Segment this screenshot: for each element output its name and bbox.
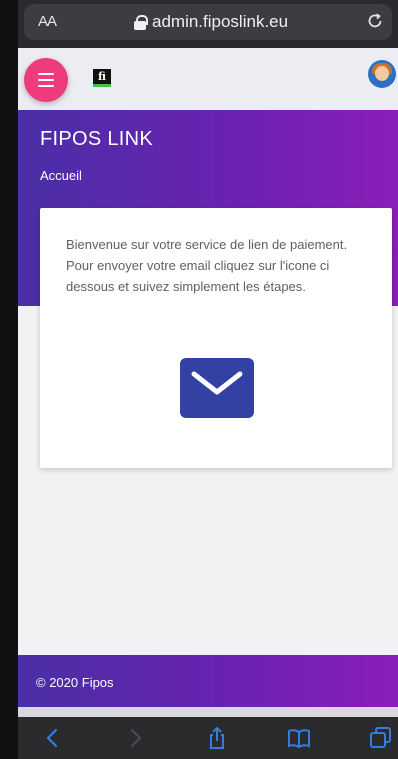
phone-screen: AA admin.fiposlink.eu fi FIPOS LINK Accu… [18, 0, 398, 759]
forward-icon[interactable] [122, 725, 148, 751]
welcome-text: Bienvenue sur votre service de lien de p… [66, 237, 348, 294]
back-icon[interactable] [40, 725, 66, 751]
address-bar[interactable]: AA admin.fiposlink.eu [24, 4, 392, 40]
copyright-year: © 2020 [36, 675, 79, 690]
breadcrumb-home[interactable]: Accueil [40, 168, 82, 183]
copyright-text: © 2020 Fipos [36, 675, 114, 690]
app-logo[interactable]: fi [93, 69, 111, 87]
footer-divider [18, 707, 398, 717]
lock-icon [134, 14, 148, 30]
send-email-button[interactable] [180, 358, 254, 418]
user-avatar[interactable] [368, 60, 396, 88]
hamburger-line [38, 73, 54, 75]
url-display[interactable]: admin.fiposlink.eu [134, 12, 288, 32]
hamburger-line [38, 85, 54, 87]
browser-top-bar: AA admin.fiposlink.eu [18, 0, 398, 48]
app-navbar: fi [18, 48, 398, 110]
page-title: FIPOS LINK [40, 128, 154, 150]
welcome-card: Bienvenue sur votre service de lien de p… [40, 208, 392, 468]
hamburger-menu-button[interactable] [24, 58, 68, 102]
hamburger-line [38, 79, 54, 81]
footer-brand: Fipos [81, 675, 114, 690]
avatar-face [375, 66, 389, 81]
reload-icon[interactable] [366, 12, 384, 35]
url-text: admin.fiposlink.eu [152, 12, 289, 31]
browser-toolbar [18, 717, 398, 759]
envelope-icon [191, 371, 243, 395]
share-icon[interactable] [204, 725, 230, 751]
bookmarks-icon[interactable] [286, 725, 312, 751]
tabs-icon[interactable] [368, 725, 394, 751]
page-footer: © 2020 Fipos [18, 655, 398, 707]
text-size-button[interactable]: AA [38, 13, 57, 30]
text-size-label: AA [38, 13, 57, 30]
